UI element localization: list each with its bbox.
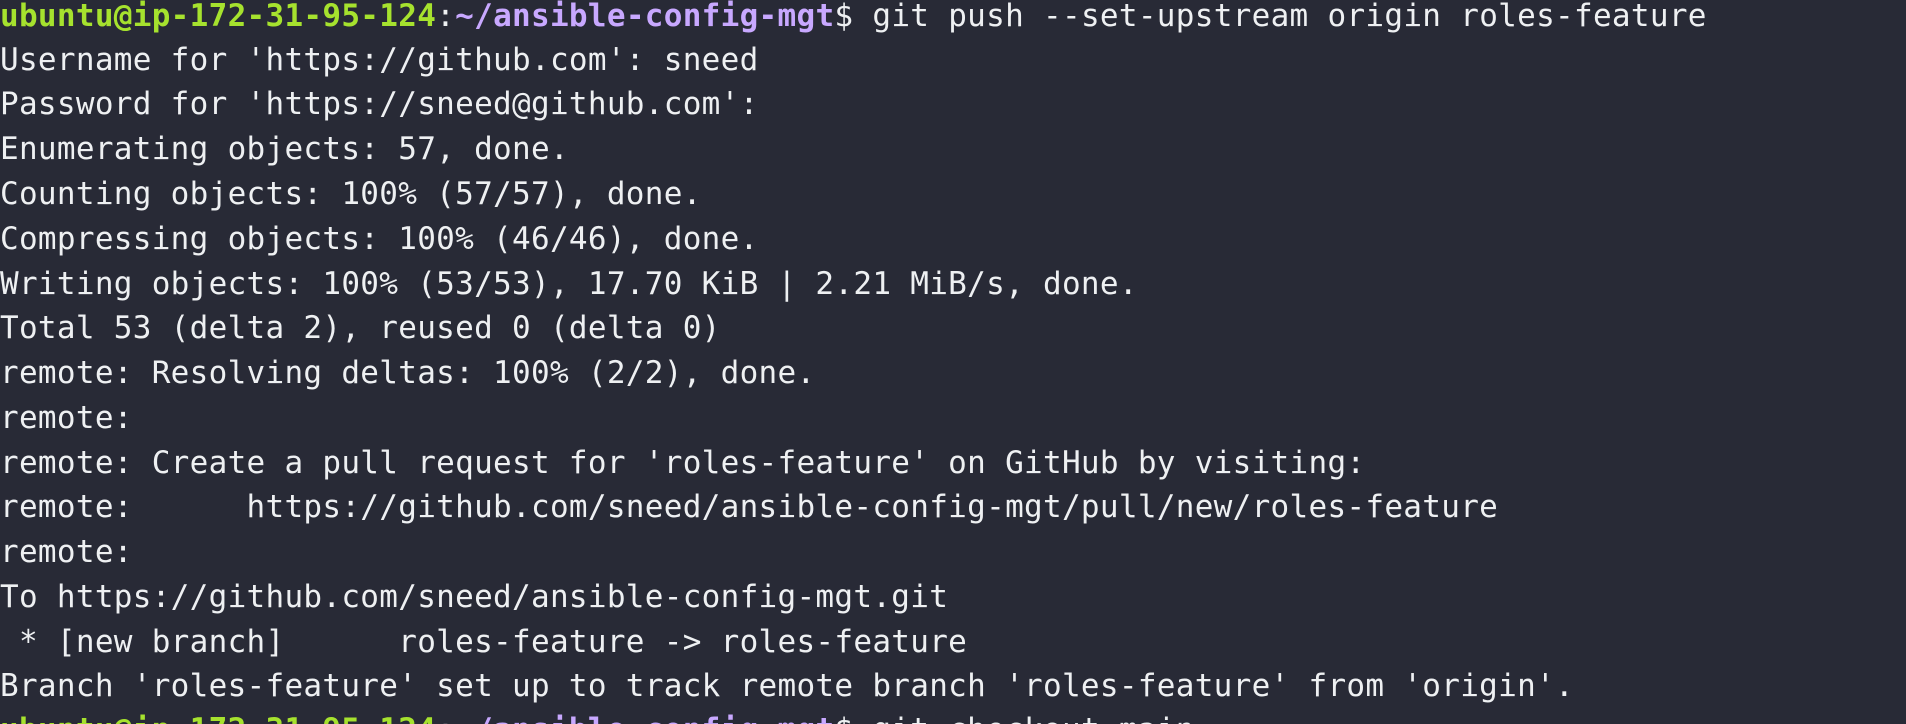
output-line: remote: Create a pull request for 'roles… bbox=[0, 445, 1366, 481]
command-prompt-line: ubuntu@ip-172-31-95-124:~/ansible-config… bbox=[0, 0, 1707, 38]
output-line: remote: Resolving deltas: 100% (2/2), do… bbox=[0, 355, 816, 391]
output-line: Writing objects: 100% (53/53), 17.70 KiB… bbox=[0, 266, 1138, 302]
output-line: remote: bbox=[0, 534, 133, 570]
output-line: remote: bbox=[0, 400, 133, 436]
prompt-user-host: ubuntu@ip-172-31-95-124 bbox=[0, 0, 437, 34]
output-line: Enumerating objects: 57, done. bbox=[0, 131, 569, 167]
output-line: remote: https://github.com/sneed/ansible… bbox=[0, 489, 1499, 525]
output-line: Compressing objects: 100% (46/46), done. bbox=[0, 221, 759, 257]
command-text: git push --set-upstream origin roles-fea… bbox=[853, 0, 1707, 34]
output-line: * [new branch] roles-feature -> roles-fe… bbox=[0, 624, 968, 660]
prompt-path: ~/ansible-config-mgt bbox=[455, 0, 835, 34]
output-line: Total 53 (delta 2), reused 0 (delta 0) bbox=[0, 310, 721, 346]
prompt-separator: : bbox=[436, 0, 456, 34]
prompt-user-host: ubuntu@ip-172-31-95-124 bbox=[0, 712, 436, 724]
prompt-symbol: $ bbox=[834, 0, 854, 34]
output-line: Password for 'https://sneed@github.com': bbox=[0, 86, 759, 122]
output-line: Counting objects: 100% (57/57), done. bbox=[0, 176, 702, 212]
prompt-path: ~/ansible-config-mgt bbox=[455, 712, 834, 724]
prompt-symbol: $ bbox=[834, 712, 853, 724]
command-text: git checkout main bbox=[853, 712, 1194, 724]
output-line: Branch 'roles-feature' set up to track r… bbox=[0, 668, 1574, 704]
output-line: Username for 'https://github.com': sneed bbox=[0, 42, 759, 78]
prompt-separator: : bbox=[436, 712, 455, 724]
terminal-window[interactable]: ubuntu@ip-172-31-95-124:~/ansible-config… bbox=[0, 0, 1906, 724]
next-prompt-line: ubuntu@ip-172-31-95-124:~/ansible-config… bbox=[0, 708, 1195, 724]
output-line: To https://github.com/sneed/ansible-conf… bbox=[0, 579, 949, 615]
